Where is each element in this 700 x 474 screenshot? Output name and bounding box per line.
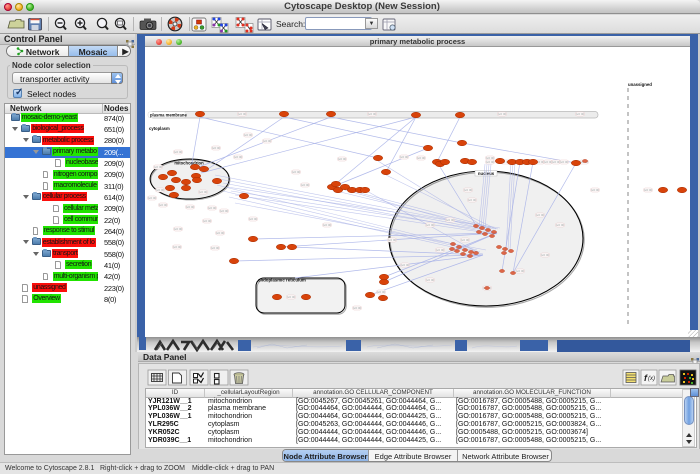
svg-text:GO:00: GO:00: [212, 146, 221, 150]
svg-text:GO:00: GO:00: [154, 165, 163, 169]
svg-text:GO:00: GO:00: [323, 223, 332, 227]
svg-text:GO:00: GO:00: [234, 155, 243, 159]
svg-text:GO:00: GO:00: [353, 306, 362, 310]
svg-text:GO:00: GO:00: [301, 183, 310, 187]
svg-text:endoplasmic reticulum: endoplasmic reticulum: [258, 278, 306, 283]
svg-text:GO:00: GO:00: [238, 112, 247, 116]
svg-text:GO:00: GO:00: [203, 219, 212, 223]
svg-text:GO:00: GO:00: [174, 150, 183, 154]
svg-text:GO:00: GO:00: [556, 223, 565, 227]
svg-text:GO:00: GO:00: [244, 133, 253, 137]
svg-text:GO:00: GO:00: [576, 112, 585, 116]
svg-text:GO:00: GO:00: [516, 269, 525, 273]
svg-text:GO:00: GO:00: [468, 198, 477, 202]
svg-text:GO:00: GO:00: [199, 190, 208, 194]
svg-text:GO:00: GO:00: [173, 245, 182, 249]
svg-text:GO:00: GO:00: [426, 278, 435, 282]
svg-text:GO:00: GO:00: [216, 231, 225, 235]
svg-text:GO:00: GO:00: [263, 139, 272, 143]
svg-text:GO:00: GO:00: [368, 112, 377, 116]
svg-text:GO:00: GO:00: [426, 223, 435, 227]
svg-text:GO:00: GO:00: [220, 209, 229, 213]
svg-text:GO:00: GO:00: [541, 253, 550, 257]
svg-text:GO:00: GO:00: [208, 206, 217, 210]
svg-text:GO:00: GO:00: [292, 170, 301, 174]
svg-text:GO:00: GO:00: [388, 238, 397, 242]
svg-text:GO:00: GO:00: [486, 160, 495, 164]
svg-text:cytoplasm: cytoplasm: [149, 126, 170, 131]
svg-text:plasma membrane: plasma membrane: [150, 112, 187, 117]
svg-text:GO:00: GO:00: [174, 227, 183, 231]
svg-text:GO:00: GO:00: [287, 295, 296, 299]
svg-text:GO:00: GO:00: [560, 160, 569, 164]
svg-text:mitochondrion: mitochondrion: [174, 161, 204, 166]
svg-text:unassigned: unassigned: [628, 82, 652, 87]
svg-text:GO:00: GO:00: [159, 203, 168, 207]
svg-text:GO:00: GO:00: [461, 238, 470, 242]
svg-text:GO:00: GO:00: [401, 263, 410, 267]
svg-text:GO:00: GO:00: [186, 205, 195, 209]
svg-text:GO:00: GO:00: [417, 156, 426, 160]
svg-text:GO:00: GO:00: [338, 157, 347, 161]
svg-text:GO:00: GO:00: [377, 290, 386, 294]
svg-text:GO:00: GO:00: [498, 112, 507, 116]
svg-text:GO:00: GO:00: [211, 246, 220, 250]
svg-text:GO:00: GO:00: [400, 155, 409, 159]
svg-text:(x): (x): [648, 376, 655, 382]
svg-text:GO:00: GO:00: [156, 188, 165, 192]
svg-text:GO:00: GO:00: [249, 217, 258, 221]
svg-text:GO:00: GO:00: [591, 188, 600, 192]
svg-text:GO:00: GO:00: [446, 218, 455, 222]
svg-text:GO:00: GO:00: [536, 213, 545, 217]
svg-text:GO:00: GO:00: [644, 188, 653, 192]
svg-text:GO:00: GO:00: [148, 196, 157, 200]
svg-text:GO:00: GO:00: [464, 188, 473, 192]
svg-text:GO:00: GO:00: [436, 248, 445, 252]
